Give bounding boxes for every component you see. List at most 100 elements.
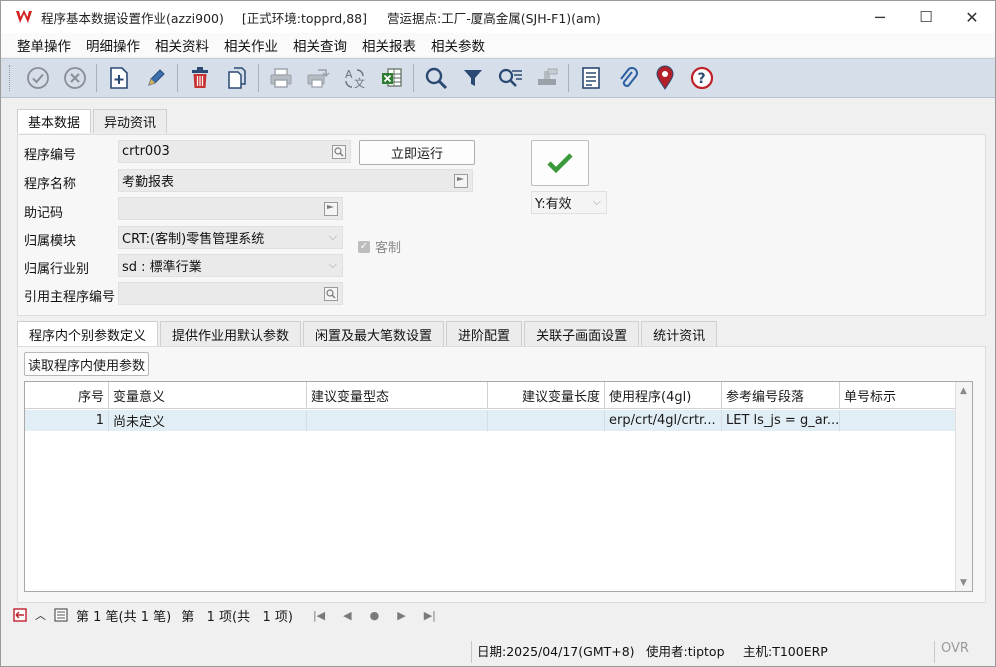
title-bar: 程序基本数据设置作业(azzi900) [正式环境:topprd,88] 营运据… bbox=[1, 1, 995, 33]
tab-change-info[interactable]: 异动资讯 bbox=[93, 109, 168, 133]
lookup-icon[interactable] bbox=[324, 287, 338, 301]
toolbar-separator bbox=[258, 64, 259, 92]
col-program-4gl[interactable]: 使用程序(4gl) bbox=[605, 382, 722, 409]
validity-select[interactable]: Y:有效 ⌵ bbox=[531, 191, 607, 214]
search-icon[interactable] bbox=[417, 62, 454, 94]
menu-bar: 整单操作 明细操作 相关资料 相关作业 相关查询 相关报表 相关参数 bbox=[1, 33, 995, 57]
attach-icon[interactable] bbox=[609, 62, 646, 94]
tab-idle-max-settings[interactable]: 闲置及最大笔数设置 bbox=[303, 321, 445, 346]
cancel-icon[interactable] bbox=[56, 62, 93, 94]
copy-icon[interactable] bbox=[218, 62, 255, 94]
export-icon[interactable] bbox=[299, 62, 336, 94]
module-value: CRT:(客制)零售管理系统 bbox=[122, 232, 265, 247]
col-var-type[interactable]: 建议变量型态 bbox=[307, 382, 488, 409]
maximize-button[interactable]: ☐ bbox=[903, 1, 949, 33]
program-name-value: 考勤报表 bbox=[122, 175, 175, 190]
vertical-scrollbar[interactable]: ▲ ▼ bbox=[955, 382, 972, 591]
tab-basic-data[interactable]: 基本数据 bbox=[17, 109, 92, 133]
minimize-button[interactable]: ─ bbox=[857, 1, 903, 33]
current-page-icon[interactable]: ● bbox=[370, 609, 380, 622]
menu-document-ops[interactable]: 整单操作 bbox=[17, 35, 71, 55]
delete-icon[interactable] bbox=[181, 62, 218, 94]
help-icon[interactable]: ? bbox=[683, 62, 720, 94]
next-page-icon[interactable]: ▶ bbox=[397, 609, 405, 622]
menu-related-jobs[interactable]: 相关作业 bbox=[224, 35, 278, 55]
status-divider bbox=[471, 641, 472, 663]
custom-checkbox[interactable]: ✓ 客制 bbox=[358, 237, 401, 256]
chevron-up-icon[interactable]: ︿ bbox=[35, 607, 46, 623]
param-definition-panel: 读取程序内使用参数 序号 变量意义 建议变量型态 建议变量长度 使用程序(4gl… bbox=[17, 346, 986, 603]
confirm-icon[interactable] bbox=[19, 62, 56, 94]
edit-icon[interactable] bbox=[137, 62, 174, 94]
col-seq[interactable]: 序号 bbox=[25, 382, 109, 409]
mnemonic-field[interactable] bbox=[118, 197, 343, 220]
menu-related-params[interactable]: 相关参数 bbox=[431, 35, 485, 55]
industry-value: sd : 標準行業 bbox=[122, 260, 202, 275]
module-select[interactable]: CRT:(客制)零售管理系统 ⌵ bbox=[118, 226, 343, 249]
location-icon[interactable] bbox=[646, 62, 683, 94]
tab-statistics[interactable]: 统计资讯 bbox=[641, 321, 718, 346]
multilang-icon[interactable] bbox=[324, 202, 338, 216]
toolbar-grip bbox=[9, 65, 13, 91]
query-list-icon[interactable] bbox=[491, 62, 528, 94]
cell-doc-flag[interactable] bbox=[840, 410, 956, 431]
top-tabs: 基本数据 异动资讯 bbox=[17, 109, 169, 133]
window-controls: ─ ☐ ✕ bbox=[857, 1, 995, 33]
industry-select[interactable]: sd : 標準行業 ⌵ bbox=[118, 254, 343, 277]
cell-ref-section[interactable]: LET ls_js = g_ar... bbox=[722, 410, 840, 431]
stamp-icon[interactable] bbox=[528, 62, 565, 94]
page-view-icon[interactable] bbox=[54, 608, 68, 622]
basic-data-panel: 程序编号 crtr003 立即运行 程序名称 考勤报表 助记码 归属模块 CRT… bbox=[17, 134, 986, 316]
translate-icon[interactable]: A文 bbox=[336, 62, 373, 94]
cell-program-4gl[interactable]: erp/crt/4gl/crtr... bbox=[605, 410, 722, 431]
last-page-icon[interactable]: ▶| bbox=[424, 609, 436, 622]
col-var-meaning[interactable]: 变量意义 bbox=[109, 382, 307, 409]
window-title: 程序基本数据设置作业(azzi900) bbox=[41, 10, 224, 26]
record-count: 第 1 笔(共 1 笔) bbox=[76, 609, 172, 625]
run-now-button[interactable]: 立即运行 bbox=[359, 140, 475, 165]
excel-icon[interactable] bbox=[373, 62, 410, 94]
svg-text:A: A bbox=[345, 68, 353, 81]
col-ref-section[interactable]: 参考编号段落 bbox=[722, 382, 840, 409]
read-params-button[interactable]: 读取程序内使用参数 bbox=[24, 352, 150, 376]
menu-related-query[interactable]: 相关查询 bbox=[293, 35, 347, 55]
scroll-down-icon[interactable]: ▼ bbox=[960, 578, 967, 588]
status-date: 日期:2025/04/17(GMT+8) bbox=[477, 644, 635, 659]
menu-detail-ops[interactable]: 明细操作 bbox=[86, 35, 140, 55]
grid-header: 序号 变量意义 建议变量型态 建议变量长度 使用程序(4gl) 参考编号段落 单… bbox=[25, 382, 956, 409]
status-confirm-button[interactable] bbox=[531, 140, 589, 186]
main-content: 基本数据 异动资讯 程序编号 crtr003 立即运行 程序名称 考勤报表 助记… bbox=[9, 99, 995, 629]
first-page-icon[interactable]: |◀ bbox=[313, 609, 325, 622]
program-no-field[interactable]: crtr003 bbox=[118, 140, 351, 163]
industry-label: 归属行业别 bbox=[24, 262, 90, 277]
record-marker-icon[interactable] bbox=[13, 608, 27, 622]
prev-page-icon[interactable]: ◀ bbox=[343, 609, 351, 622]
tab-param-definition[interactable]: 程序内个别参数定义 bbox=[17, 321, 159, 346]
print-icon[interactable] bbox=[262, 62, 299, 94]
cell-var-length[interactable] bbox=[488, 410, 605, 431]
cell-seq[interactable]: 1 bbox=[25, 410, 109, 431]
tab-advanced-config[interactable]: 进阶配置 bbox=[446, 321, 523, 346]
cell-var-type[interactable] bbox=[307, 410, 488, 431]
close-button[interactable]: ✕ bbox=[949, 1, 995, 33]
tab-default-params[interactable]: 提供作业用默认参数 bbox=[160, 321, 302, 346]
environment-label: [正式环境:topprd,88] bbox=[241, 10, 367, 26]
multilang-icon[interactable] bbox=[454, 174, 468, 188]
menu-related-data[interactable]: 相关资料 bbox=[155, 35, 209, 55]
app-logo-icon bbox=[16, 10, 32, 23]
scroll-up-icon[interactable]: ▲ bbox=[960, 386, 967, 396]
main-program-field[interactable] bbox=[118, 282, 343, 305]
col-doc-flag[interactable]: 单号标示 bbox=[840, 382, 956, 409]
lookup-icon[interactable] bbox=[332, 145, 346, 159]
col-var-length[interactable]: 建议变量长度 bbox=[488, 382, 605, 409]
cell-var-meaning[interactable]: 尚未定义 bbox=[109, 410, 307, 431]
report-icon[interactable] bbox=[572, 62, 609, 94]
filter-icon[interactable] bbox=[454, 62, 491, 94]
add-icon[interactable] bbox=[100, 62, 137, 94]
tab-sub-screen-settings[interactable]: 关联子画面设置 bbox=[524, 321, 640, 346]
program-name-field[interactable]: 考勤报表 bbox=[118, 169, 473, 192]
validity-value: Y:有效 bbox=[535, 197, 572, 212]
menu-related-reports[interactable]: 相关报表 bbox=[362, 35, 416, 55]
status-bar: 日期:2025/04/17(GMT+8) 使用者:tiptop 主机:T100E… bbox=[1, 637, 995, 666]
table-row[interactable]: 1 尚未定义 erp/crt/4gl/crtr... LET ls_js = g… bbox=[25, 410, 956, 431]
